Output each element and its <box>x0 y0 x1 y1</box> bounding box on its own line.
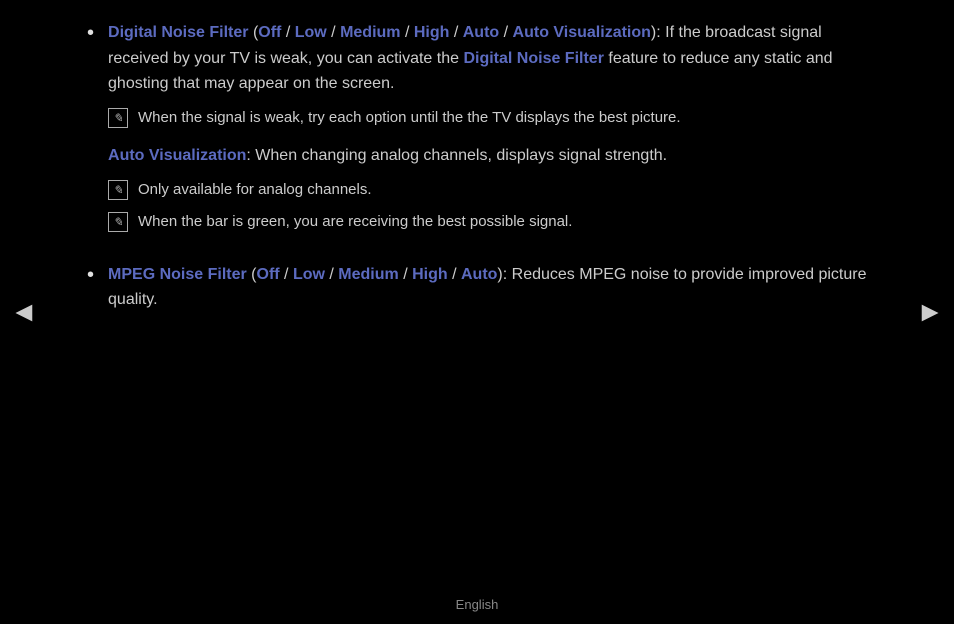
auto-viz-note-1-text: Only available for analog channels. <box>138 179 371 202</box>
mnf-opt-medium: Medium <box>338 266 398 283</box>
dnf-opt-medium: Medium <box>340 24 400 41</box>
note-icon-1: ✎ <box>108 108 128 128</box>
note-icon-2: ✎ <box>108 180 128 200</box>
dnf-sep-3: / <box>401 24 414 41</box>
content-list: • Digital Noise Filter (Off / Low / Medi… <box>87 20 867 313</box>
dnf-opt-auto-viz: Auto Visualization <box>513 24 651 41</box>
dnf-sep-1: / <box>281 24 294 41</box>
auto-viz-colon-text: : When changing analog channels, display… <box>246 147 667 164</box>
mnf-sep-3: / <box>399 266 412 283</box>
mpeg-noise-filter-para: MPEG Noise Filter (Off / Low / Medium / … <box>108 262 867 313</box>
dnf-desc-link: Digital Noise Filter <box>463 50 603 67</box>
nav-arrow-left[interactable]: ◄ <box>10 296 38 328</box>
dnf-note-1: ✎ When the signal is weak, try each opti… <box>108 107 867 130</box>
mnf-opt-low: Low <box>293 266 325 283</box>
auto-viz-note-2-text: When the bar is green, you are receiving… <box>138 211 572 234</box>
footer-language: English <box>456 597 499 612</box>
dnf-opt-low: Low <box>295 24 327 41</box>
digital-noise-filter-content: Digital Noise Filter (Off / Low / Medium… <box>108 20 867 244</box>
auto-viz-para: Auto Visualization: When changing analog… <box>108 143 867 169</box>
dnf-note-1-text: When the signal is weak, try each option… <box>138 107 681 130</box>
bullet-dot-2: • <box>87 264 94 287</box>
dnf-sep-5: / <box>499 24 512 41</box>
note-icon-3: ✎ <box>108 212 128 232</box>
auto-viz-note-1: ✎ Only available for analog channels. <box>108 179 867 202</box>
dnf-sep-4: / <box>449 24 462 41</box>
digital-noise-filter-title: Digital Noise Filter <box>108 24 248 41</box>
nav-arrow-right[interactable]: ► <box>916 296 944 328</box>
mnf-sep-1: / <box>280 266 293 283</box>
mnf-sep-2: / <box>325 266 338 283</box>
mnf-opt-off: Off <box>257 266 280 283</box>
dnf-opt-high: High <box>414 24 450 41</box>
list-item-digital-noise-filter: • Digital Noise Filter (Off / Low / Medi… <box>87 20 867 244</box>
mnf-sep-4: / <box>448 266 461 283</box>
list-item-mpeg-noise-filter: • MPEG Noise Filter (Off / Low / Medium … <box>87 262 867 313</box>
auto-viz-section: Auto Visualization: When changing analog… <box>108 143 867 234</box>
dnf-opt-auto: Auto <box>463 24 499 41</box>
mnf-opt-high: High <box>412 266 448 283</box>
dnf-opt-off: Off <box>258 24 281 41</box>
mnf-opt-auto: Auto <box>461 266 497 283</box>
mpeg-noise-filter-content: MPEG Noise Filter (Off / Low / Medium / … <box>108 262 867 313</box>
dnf-sep-2: / <box>327 24 340 41</box>
auto-viz-title: Auto Visualization <box>108 147 246 164</box>
bullet-dot-1: • <box>87 22 94 45</box>
auto-viz-note-2: ✎ When the bar is green, you are receivi… <box>108 211 867 234</box>
dnf-paren-close: ): <box>651 24 661 41</box>
main-content: • Digital Noise Filter (Off / Low / Medi… <box>27 0 927 351</box>
mpeg-noise-filter-title: MPEG Noise Filter <box>108 266 247 283</box>
digital-noise-filter-para: Digital Noise Filter (Off / Low / Medium… <box>108 20 867 97</box>
